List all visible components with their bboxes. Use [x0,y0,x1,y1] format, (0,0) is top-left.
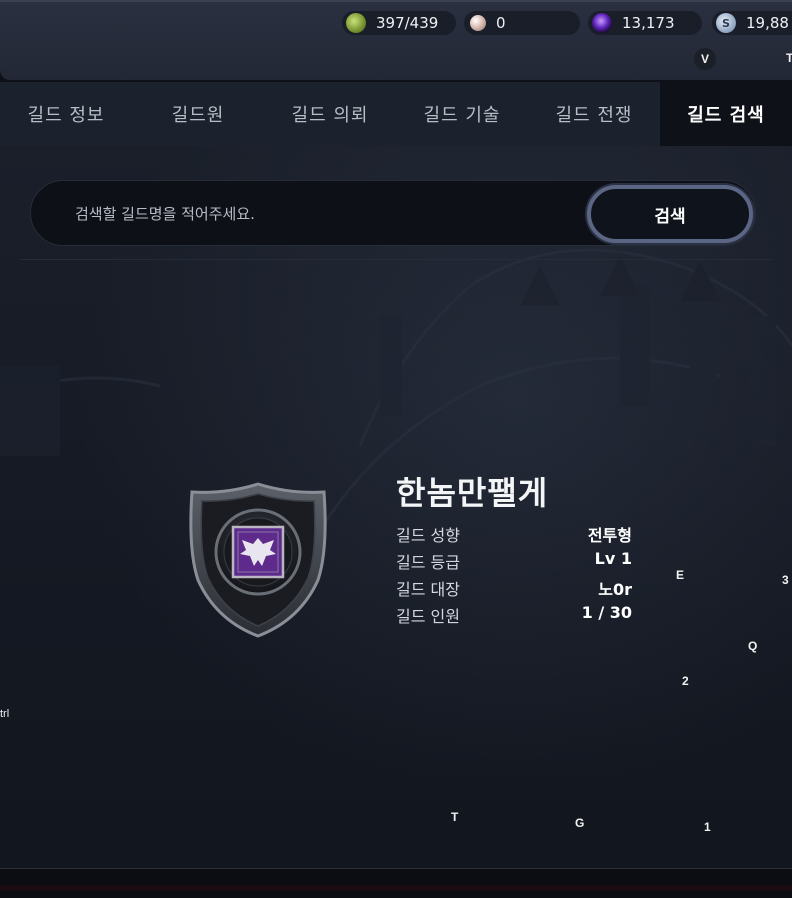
tab-guild-war[interactable]: 길드 전쟁 [528,82,660,146]
hotkey-2: 2 [682,674,689,688]
energy-value: 397/439 [376,14,439,32]
guild-info-row: 길드 성향 전투형 [396,522,632,546]
hotkey-3: 3 [782,573,789,587]
gem-value: 13,173 [622,14,675,32]
guild-name: 한놈만팰게 [396,474,549,512]
silver-counter[interactable]: S 19,88 [712,11,792,35]
silver-value: 19,88 [746,14,789,32]
top-resource-bar: 397/439 0 13,173 S 19,88 V T [0,0,792,80]
energy-icon [346,13,366,33]
search-divider [20,259,772,260]
gem-icon [592,13,612,33]
guild-search-panel: 검색 한놈만팰게 길드 성향 전투형 길드 등급 Lv 1 길드 대장 [0,146,792,868]
hotkey-t-bottom: T [451,810,459,824]
guild-search-input[interactable] [75,202,575,226]
search-button[interactable]: 검색 [587,185,753,243]
bottom-bar [0,868,792,898]
guild-members-value: 1 / 30 [581,603,632,622]
guild-info-row: 길드 대장 노0r [396,576,632,600]
pearl-counter[interactable]: 0 [464,11,580,35]
energy-counter[interactable]: 397/439 [342,11,456,35]
gem-counter[interactable]: 13,173 [588,11,702,35]
hotkey-v: V [694,48,716,70]
tab-guild-skills[interactable]: 길드 기술 [396,82,528,146]
hotkey-e: E [676,568,685,582]
guild-type-label: 길드 성향 [396,526,460,545]
guild-info-row: 길드 인원 1 / 30 [396,603,632,627]
tab-guild-requests[interactable]: 길드 의뢰 [264,82,396,146]
guild-type-value: 전투형 [587,526,632,545]
hotkey-ctrl: trl [0,708,10,720]
guild-leader-label: 길드 대장 [396,580,460,599]
guild-search-bar: 검색 [30,180,756,246]
pearl-icon [470,15,486,31]
guild-grade-value: Lv 1 [594,549,632,568]
guild-emblem[interactable] [186,480,330,640]
guild-tab-bar: 길드 정보 길드원 길드 의뢰 길드 기술 길드 전쟁 길드 검색 [0,82,792,146]
guild-info-row: 길드 등급 Lv 1 [396,549,632,573]
guild-members-label: 길드 인원 [396,607,460,626]
tab-guild-info[interactable]: 길드 정보 [0,82,132,146]
silver-coin-icon: S [716,13,736,33]
tab-guild-members[interactable]: 길드원 [132,82,264,146]
hotkey-q: Q [748,639,758,653]
bottom-strip [0,885,792,891]
hotkey-t-top: T [786,51,792,65]
tab-guild-search[interactable]: 길드 검색 [660,82,792,146]
hotkey-g: G [575,816,585,830]
guild-grade-label: 길드 등급 [396,553,460,572]
top-edge-line [0,0,792,2]
hotkey-1: 1 [704,820,711,834]
pearl-value: 0 [496,14,506,32]
guild-leader-value: 노0r [598,580,632,599]
